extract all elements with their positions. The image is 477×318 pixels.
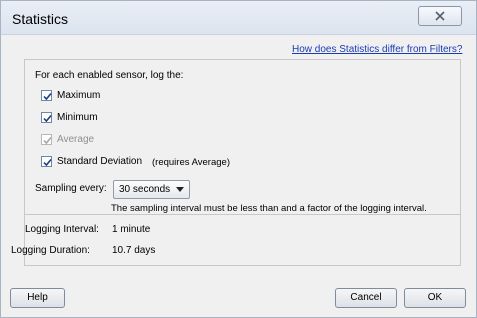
sampling-label: Sampling every: — [35, 183, 107, 194]
sampling-interval-select[interactable]: 30 seconds — [113, 180, 190, 199]
average-label: Average — [57, 134, 95, 145]
maximum-checkbox[interactable] — [41, 90, 52, 101]
statistics-dialog: Statistics How does Statistics differ fr… — [0, 0, 477, 318]
logging-interval-value: 1 minute — [112, 224, 151, 235]
minimum-label: Minimum — [57, 112, 98, 123]
checkmark-icon — [43, 92, 52, 101]
log-header: For each enabled sensor, log the: — [35, 70, 184, 81]
cancel-button[interactable]: Cancel — [335, 288, 397, 308]
checkmark-icon — [43, 158, 52, 167]
window-title: Statistics — [12, 11, 69, 27]
help-button[interactable]: Help — [10, 288, 65, 308]
standard-deviation-checkbox[interactable] — [41, 156, 52, 167]
close-button[interactable] — [418, 6, 462, 26]
standard-deviation-label: Standard Deviation — [57, 156, 143, 167]
ok-button[interactable]: OK — [404, 288, 466, 308]
logging-duration-label: Logging Duration: — [11, 245, 90, 256]
checkmark-icon — [43, 114, 52, 123]
statistics-options-panel: For each enabled sensor, log the: Maximu… — [11, 59, 461, 266]
maximum-label: Maximum — [57, 90, 101, 101]
average-checkbox[interactable] — [41, 134, 52, 145]
chevron-down-icon — [176, 187, 184, 192]
minimum-checkbox[interactable] — [41, 112, 52, 123]
close-icon — [435, 11, 445, 21]
sampling-hint: The sampling interval must be less than … — [111, 203, 427, 214]
sampling-interval-value: 30 seconds — [119, 184, 171, 195]
title-bar: Statistics — [1, 1, 476, 35]
checkmark-icon — [43, 136, 52, 145]
logging-interval-label: Logging Interval: — [25, 224, 99, 235]
statistics-vs-filters-link[interactable]: How does Statistics differ from Filters? — [292, 44, 462, 55]
panel-divider — [25, 214, 460, 215]
standard-deviation-note: (requires Average) — [152, 157, 230, 168]
logging-duration-value: 10.7 days — [112, 245, 156, 256]
